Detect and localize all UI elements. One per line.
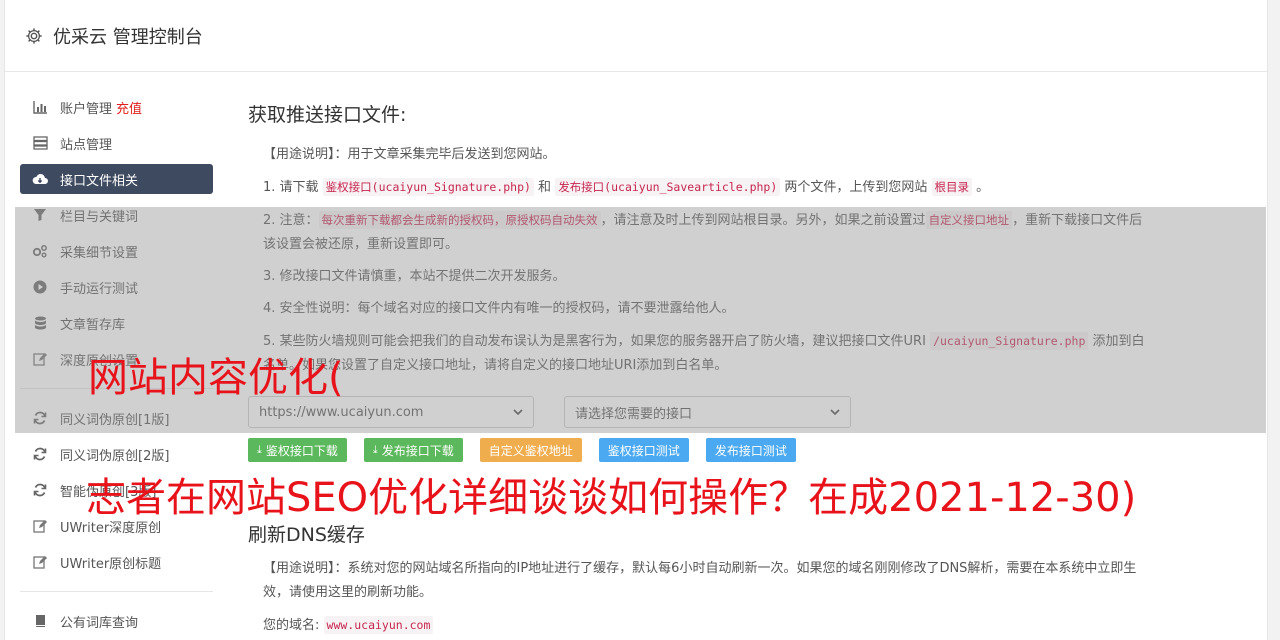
dns-section: 【用途说明】：系统对您的网站域名所指向的IP地址进行了缓存，默认每6小时自动刷新… — [248, 557, 1148, 640]
section-title: 获取推送接口文件: — [248, 104, 407, 126]
root-dir-code: 根目录 — [931, 178, 973, 196]
recharge-link[interactable]: 充值 — [116, 98, 142, 117]
watermark-line-2: 志者在网站SEO优化详细谈谈如何操作？在成2021-12-30) — [86, 475, 1137, 521]
edit-icon — [32, 554, 48, 570]
sidebar-item-api-files[interactable]: 接口文件相关 — [20, 164, 213, 194]
button-label: 鉴权接口测试 — [607, 443, 680, 458]
domain-value: www.ucaiyun.com — [323, 616, 434, 634]
console-title: 优采云 管理控制台 — [53, 26, 203, 48]
step-text: 两个文件，上传到您网站 — [780, 180, 932, 195]
domain-row: 您的域名: www.ucaiyun.com — [248, 613, 1148, 638]
dns-section-title: 刷新DNS缓存 — [248, 524, 365, 546]
cloud-download-icon — [32, 171, 48, 187]
button-label: 发布接口下载 — [381, 443, 454, 458]
signature-file-code: 鉴权接口(ucaiyun_Signature.php) — [322, 178, 534, 196]
sidebar-item-uwriter-title[interactable]: UWriter原创标题 — [20, 547, 213, 577]
refresh-icon — [32, 482, 48, 498]
sidebar-item-account[interactable]: 账户管理 充值 — [20, 92, 213, 122]
dns-usage-note: 【用途说明】：系统对您的网站域名所指向的IP地址进行了缓存，默认每6小时自动刷新… — [263, 561, 1137, 600]
domain-label: 您的域名: — [263, 618, 320, 633]
sidebar-item-label: 接口文件相关 — [60, 173, 139, 189]
download-icon: ⤓ — [372, 443, 378, 456]
sidebar-divider — [20, 591, 213, 592]
book-icon — [32, 613, 48, 629]
step-text: 和 — [533, 180, 556, 195]
edit-icon — [32, 518, 48, 534]
sidebar-item-public-lexicon[interactable]: 公有词库查询 — [20, 606, 213, 636]
watermark-line-1: 网站内容优化( — [88, 355, 344, 401]
button-label: 发布接口测试 — [714, 443, 787, 458]
step-text: 1. 请下载 — [263, 180, 323, 195]
sidebar-item-label: 同义词伪原创[2版] — [60, 448, 170, 464]
sidebar-item-label: 站点管理 — [60, 137, 113, 153]
custom-auth-url-button[interactable]: 自定义鉴权地址 — [479, 438, 582, 462]
sidebar-item-sites[interactable]: 站点管理 — [20, 128, 213, 158]
usage-note: 【用途说明】：用于文章采集完毕后发送到您网站。 — [263, 147, 556, 162]
refresh-icon — [32, 446, 48, 462]
server-icon — [32, 135, 48, 151]
test-signature-button[interactable]: 鉴权接口测试 — [598, 438, 689, 462]
header: 优采云 管理控制台 — [5, 0, 1267, 72]
test-publish-button[interactable]: 发布接口测试 — [705, 438, 796, 462]
bar-chart-icon — [32, 99, 48, 115]
gear-icon — [26, 27, 42, 44]
download-icon: ⤓ — [257, 443, 262, 456]
sidebar-item-label: UWriter原创标题 — [60, 556, 162, 572]
download-signature-button[interactable]: ⤓ 鉴权接口下载 — [248, 438, 347, 462]
step-text: 。 — [972, 180, 990, 195]
button-label: 自定义鉴权地址 — [488, 443, 573, 458]
savearticle-file-code: 发布接口(ucaiyun_Savearticle.php) — [555, 178, 781, 196]
step-1: 1. 请下载 鉴权接口(ucaiyun_Signature.php) 和 发布接… — [248, 175, 1148, 200]
button-label: 鉴权接口下载 — [265, 443, 338, 458]
action-buttons: ⤓ 鉴权接口下载 ⤓ 发布接口下载 自定义鉴权地址 鉴权接口测试 发布接口测试 — [248, 438, 1148, 462]
download-publish-button[interactable]: ⤓ 发布接口下载 — [363, 438, 463, 462]
sidebar-item-label: 账户管理 — [60, 101, 113, 117]
sidebar-item-label: 公有词库查询 — [60, 615, 139, 631]
